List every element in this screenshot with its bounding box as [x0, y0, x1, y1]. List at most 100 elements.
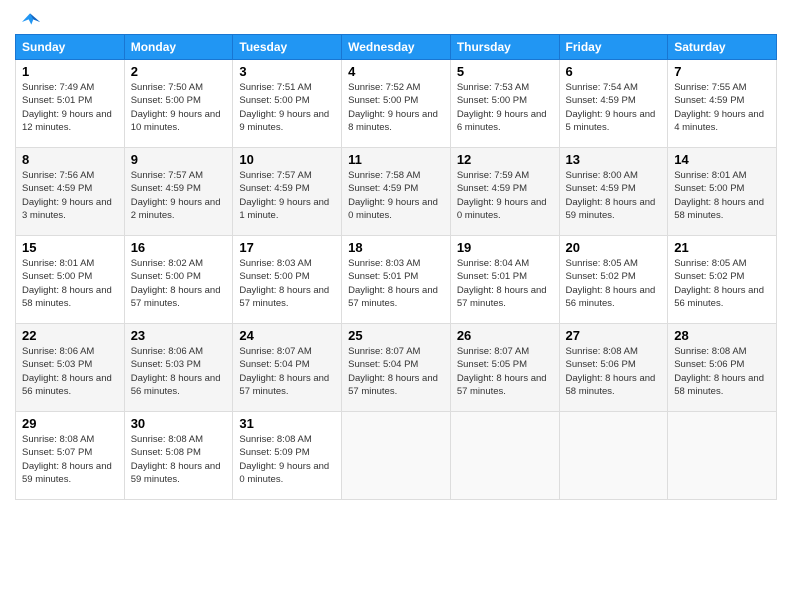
day-info: Sunrise: 8:08 AM Sunset: 5:06 PM Dayligh…	[566, 345, 662, 398]
daylight-label: Daylight: 8 hours and 56 minutes.	[22, 373, 112, 397]
day-info: Sunrise: 8:08 AM Sunset: 5:09 PM Dayligh…	[239, 433, 335, 486]
daylight-label: Daylight: 9 hours and 5 minutes.	[566, 109, 656, 133]
day-number: 13	[566, 152, 662, 167]
day-info: Sunrise: 8:00 AM Sunset: 4:59 PM Dayligh…	[566, 169, 662, 222]
day-number: 24	[239, 328, 335, 343]
sunset-label: Sunset: 4:59 PM	[566, 183, 636, 194]
day-info: Sunrise: 7:58 AM Sunset: 4:59 PM Dayligh…	[348, 169, 444, 222]
sunrise-label: Sunrise: 7:53 AM	[457, 82, 529, 93]
day-info: Sunrise: 8:07 AM Sunset: 5:05 PM Dayligh…	[457, 345, 553, 398]
day-info: Sunrise: 8:01 AM Sunset: 5:00 PM Dayligh…	[674, 169, 770, 222]
sunset-label: Sunset: 4:59 PM	[674, 95, 744, 106]
day-info: Sunrise: 8:03 AM Sunset: 5:01 PM Dayligh…	[348, 257, 444, 310]
sunrise-label: Sunrise: 7:52 AM	[348, 82, 420, 93]
sunset-label: Sunset: 5:02 PM	[674, 271, 744, 282]
calendar-cell: 27 Sunrise: 8:08 AM Sunset: 5:06 PM Dayl…	[559, 324, 668, 412]
day-number: 12	[457, 152, 553, 167]
calendar-cell: 11 Sunrise: 7:58 AM Sunset: 4:59 PM Dayl…	[342, 148, 451, 236]
calendar-week-2: 8 Sunrise: 7:56 AM Sunset: 4:59 PM Dayli…	[16, 148, 777, 236]
sunset-label: Sunset: 5:02 PM	[566, 271, 636, 282]
sunrise-label: Sunrise: 8:04 AM	[457, 258, 529, 269]
daylight-label: Daylight: 8 hours and 57 minutes.	[239, 373, 329, 397]
sunset-label: Sunset: 5:00 PM	[457, 95, 527, 106]
day-number: 5	[457, 64, 553, 79]
day-number: 23	[131, 328, 227, 343]
sunset-label: Sunset: 5:08 PM	[131, 447, 201, 458]
calendar-header-wednesday: Wednesday	[342, 35, 451, 60]
daylight-label: Daylight: 8 hours and 59 minutes.	[131, 461, 221, 485]
day-info: Sunrise: 7:49 AM Sunset: 5:01 PM Dayligh…	[22, 81, 118, 134]
calendar-cell: 29 Sunrise: 8:08 AM Sunset: 5:07 PM Dayl…	[16, 412, 125, 500]
day-number: 18	[348, 240, 444, 255]
day-info: Sunrise: 8:03 AM Sunset: 5:00 PM Dayligh…	[239, 257, 335, 310]
day-number: 28	[674, 328, 770, 343]
day-number: 7	[674, 64, 770, 79]
day-number: 16	[131, 240, 227, 255]
day-number: 26	[457, 328, 553, 343]
calendar-cell: 7 Sunrise: 7:55 AM Sunset: 4:59 PM Dayli…	[668, 60, 777, 148]
calendar-week-3: 15 Sunrise: 8:01 AM Sunset: 5:00 PM Dayl…	[16, 236, 777, 324]
logo-icon	[15, 10, 45, 30]
sunrise-label: Sunrise: 8:07 AM	[457, 346, 529, 357]
daylight-label: Daylight: 9 hours and 6 minutes.	[457, 109, 547, 133]
calendar-cell: 1 Sunrise: 7:49 AM Sunset: 5:01 PM Dayli…	[16, 60, 125, 148]
daylight-label: Daylight: 8 hours and 57 minutes.	[239, 285, 329, 309]
daylight-label: Daylight: 8 hours and 59 minutes.	[22, 461, 112, 485]
day-number: 22	[22, 328, 118, 343]
sunrise-label: Sunrise: 8:01 AM	[22, 258, 94, 269]
day-number: 21	[674, 240, 770, 255]
day-number: 30	[131, 416, 227, 431]
day-info: Sunrise: 7:55 AM Sunset: 4:59 PM Dayligh…	[674, 81, 770, 134]
sunset-label: Sunset: 5:03 PM	[22, 359, 92, 370]
day-info: Sunrise: 8:02 AM Sunset: 5:00 PM Dayligh…	[131, 257, 227, 310]
calendar-cell: 5 Sunrise: 7:53 AM Sunset: 5:00 PM Dayli…	[450, 60, 559, 148]
sunset-label: Sunset: 5:04 PM	[239, 359, 309, 370]
calendar-cell: 28 Sunrise: 8:08 AM Sunset: 5:06 PM Dayl…	[668, 324, 777, 412]
day-number: 6	[566, 64, 662, 79]
sunrise-label: Sunrise: 8:02 AM	[131, 258, 203, 269]
sunset-label: Sunset: 5:07 PM	[22, 447, 92, 458]
daylight-label: Daylight: 8 hours and 58 minutes.	[674, 197, 764, 221]
sunrise-label: Sunrise: 7:50 AM	[131, 82, 203, 93]
calendar-week-5: 29 Sunrise: 8:08 AM Sunset: 5:07 PM Dayl…	[16, 412, 777, 500]
day-info: Sunrise: 7:56 AM Sunset: 4:59 PM Dayligh…	[22, 169, 118, 222]
calendar-cell: 2 Sunrise: 7:50 AM Sunset: 5:00 PM Dayli…	[124, 60, 233, 148]
calendar-cell: 4 Sunrise: 7:52 AM Sunset: 5:00 PM Dayli…	[342, 60, 451, 148]
day-info: Sunrise: 7:52 AM Sunset: 5:00 PM Dayligh…	[348, 81, 444, 134]
calendar-cell: 24 Sunrise: 8:07 AM Sunset: 5:04 PM Dayl…	[233, 324, 342, 412]
sunrise-label: Sunrise: 8:05 AM	[566, 258, 638, 269]
day-info: Sunrise: 8:05 AM Sunset: 5:02 PM Dayligh…	[674, 257, 770, 310]
day-info: Sunrise: 8:08 AM Sunset: 5:07 PM Dayligh…	[22, 433, 118, 486]
daylight-label: Daylight: 9 hours and 12 minutes.	[22, 109, 112, 133]
sunrise-label: Sunrise: 7:58 AM	[348, 170, 420, 181]
sunset-label: Sunset: 5:01 PM	[348, 271, 418, 282]
calendar-header-sunday: Sunday	[16, 35, 125, 60]
daylight-label: Daylight: 9 hours and 0 minutes.	[239, 461, 329, 485]
sunrise-label: Sunrise: 7:51 AM	[239, 82, 311, 93]
day-number: 20	[566, 240, 662, 255]
sunset-label: Sunset: 5:00 PM	[22, 271, 92, 282]
day-info: Sunrise: 8:04 AM Sunset: 5:01 PM Dayligh…	[457, 257, 553, 310]
calendar-cell: 19 Sunrise: 8:04 AM Sunset: 5:01 PM Dayl…	[450, 236, 559, 324]
sunrise-label: Sunrise: 8:08 AM	[131, 434, 203, 445]
sunrise-label: Sunrise: 8:06 AM	[22, 346, 94, 357]
day-info: Sunrise: 7:53 AM Sunset: 5:00 PM Dayligh…	[457, 81, 553, 134]
day-number: 1	[22, 64, 118, 79]
calendar-cell: 17 Sunrise: 8:03 AM Sunset: 5:00 PM Dayl…	[233, 236, 342, 324]
daylight-label: Daylight: 8 hours and 56 minutes.	[566, 285, 656, 309]
calendar-cell: 14 Sunrise: 8:01 AM Sunset: 5:00 PM Dayl…	[668, 148, 777, 236]
calendar-cell: 23 Sunrise: 8:06 AM Sunset: 5:03 PM Dayl…	[124, 324, 233, 412]
daylight-label: Daylight: 8 hours and 57 minutes.	[131, 285, 221, 309]
day-number: 3	[239, 64, 335, 79]
daylight-label: Daylight: 8 hours and 57 minutes.	[457, 373, 547, 397]
sunset-label: Sunset: 5:00 PM	[348, 95, 418, 106]
day-number: 4	[348, 64, 444, 79]
day-number: 2	[131, 64, 227, 79]
calendar-cell	[450, 412, 559, 500]
sunset-label: Sunset: 4:59 PM	[348, 183, 418, 194]
calendar-cell: 3 Sunrise: 7:51 AM Sunset: 5:00 PM Dayli…	[233, 60, 342, 148]
day-number: 10	[239, 152, 335, 167]
sunset-label: Sunset: 5:00 PM	[239, 95, 309, 106]
sunset-label: Sunset: 5:00 PM	[131, 271, 201, 282]
calendar-cell: 20 Sunrise: 8:05 AM Sunset: 5:02 PM Dayl…	[559, 236, 668, 324]
